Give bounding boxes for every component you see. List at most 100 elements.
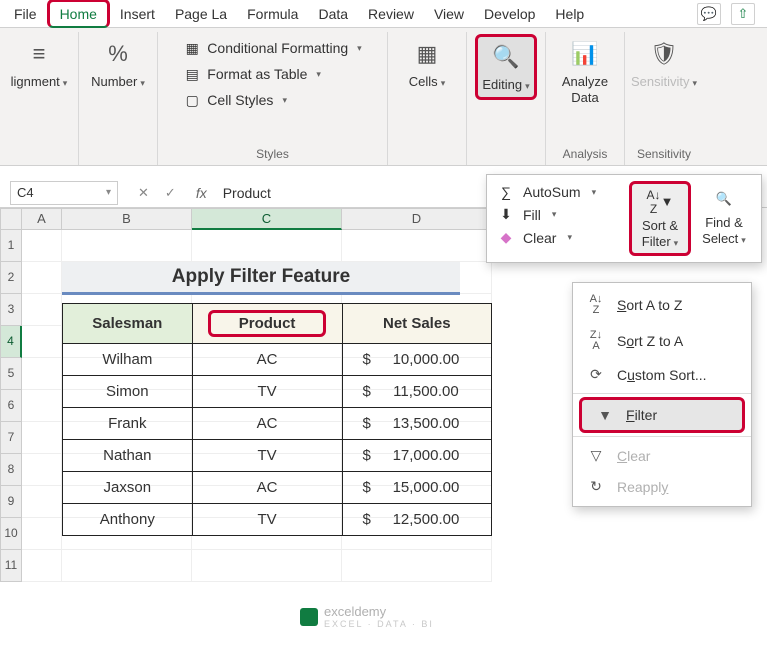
reapply-icon: ↻ <box>587 478 605 495</box>
fill-button[interactable]: ⬇ Fill <box>493 203 617 226</box>
editing-button[interactable]: 🔍 Editing <box>475 34 537 100</box>
tab-data[interactable]: Data <box>308 2 358 26</box>
row-header-5[interactable]: 5 <box>0 358 22 390</box>
cell-netsales[interactable]: $10,000.00 <box>342 344 491 376</box>
tab-view[interactable]: View <box>424 2 474 26</box>
row-header-8[interactable]: 8 <box>0 454 22 486</box>
sensitivity-button[interactable]: 🛡 Sensitivity <box>633 34 695 94</box>
cell[interactable] <box>62 230 192 262</box>
sort-filter-button[interactable]: A↓Z ▼ Sort & Filter <box>629 181 691 256</box>
sort-az-icon: A↓Z <box>647 188 661 217</box>
cell-salesman[interactable]: Wilham <box>63 344 193 376</box>
cancel-icon[interactable]: ✕ <box>138 185 149 201</box>
tab-formulas[interactable]: Formula <box>237 2 308 26</box>
cell[interactable] <box>22 454 62 486</box>
row-header-6[interactable]: 6 <box>0 390 22 422</box>
group-styles: ▦ Conditional Formatting ▤ Format as Tab… <box>158 32 388 165</box>
cell[interactable] <box>342 550 492 582</box>
share-icon[interactable]: ⇧ <box>731 3 755 25</box>
tab-home[interactable]: Home <box>47 0 110 28</box>
fill-down-icon: ⬇ <box>497 206 515 223</box>
cell[interactable] <box>342 230 492 262</box>
cell[interactable] <box>22 422 62 454</box>
cell-salesman[interactable]: Anthony <box>63 504 193 536</box>
row-header-2[interactable]: 2 <box>0 262 22 294</box>
name-box[interactable]: C4▾ <box>10 181 118 205</box>
group-label-styles: Styles <box>256 147 289 163</box>
menu-sort-za[interactable]: Z↓A Sort Z to A <box>573 323 751 359</box>
menu-sort-az[interactable]: A↓Z Sort A to Z <box>573 287 751 323</box>
cell[interactable] <box>22 262 62 294</box>
col-header-c[interactable]: C <box>192 208 342 230</box>
cell-netsales[interactable]: $11,500.00 <box>342 376 491 408</box>
row-header-11[interactable]: 11 <box>0 550 22 582</box>
cell[interactable] <box>62 550 192 582</box>
row-header-7[interactable]: 7 <box>0 422 22 454</box>
comments-icon[interactable]: 💬 <box>697 3 721 25</box>
cells-button[interactable]: ▦ Cells <box>396 34 458 94</box>
cell[interactable] <box>22 358 62 390</box>
cell-product[interactable]: AC <box>192 472 342 504</box>
tab-page-layout[interactable]: Page La <box>165 2 237 26</box>
clear-button[interactable]: ◆ Clear <box>493 226 617 249</box>
cell-product[interactable]: TV <box>192 376 342 408</box>
cell[interactable] <box>192 550 342 582</box>
conditional-formatting-button[interactable]: ▦ Conditional Formatting <box>177 36 367 60</box>
row-header-1[interactable]: 1 <box>0 230 22 262</box>
enter-icon[interactable]: ✓ <box>165 185 176 201</box>
header-salesman[interactable]: Salesman <box>63 304 193 344</box>
analyze-data-button[interactable]: 📊 Analyze Data <box>554 34 616 109</box>
col-header-a[interactable]: A <box>22 208 62 230</box>
cell-salesman[interactable]: Jaxson <box>63 472 193 504</box>
format-as-table-button[interactable]: ▤ Format as Table <box>177 62 367 86</box>
cell-netsales[interactable]: $12,500.00 <box>342 504 491 536</box>
tab-insert[interactable]: Insert <box>110 2 165 26</box>
cell-netsales[interactable]: $15,000.00 <box>342 472 491 504</box>
row-header-10[interactable]: 10 <box>0 518 22 550</box>
cell-salesman[interactable]: Simon <box>63 376 193 408</box>
tab-help[interactable]: Help <box>545 2 594 26</box>
tab-developer[interactable]: Develop <box>474 2 545 26</box>
cell-product[interactable]: TV <box>192 440 342 472</box>
cell-netsales[interactable]: $17,000.00 <box>342 440 491 472</box>
tab-file[interactable]: File <box>4 2 47 26</box>
find-select-button[interactable]: 🔍 Find & Select <box>693 181 755 256</box>
cell-netsales[interactable]: $13,500.00 <box>342 408 491 440</box>
row-header-3[interactable]: 3 <box>0 294 22 326</box>
sheet-title: Apply Filter Feature <box>62 262 460 295</box>
alignment-button[interactable]: ≡ lignment <box>8 34 70 94</box>
col-header-b[interactable]: B <box>62 208 192 230</box>
header-netsales[interactable]: Net Sales <box>342 304 491 344</box>
cell[interactable] <box>22 230 62 262</box>
cell-product[interactable]: AC <box>192 408 342 440</box>
fx-icon[interactable]: fx <box>196 185 207 201</box>
cell[interactable] <box>22 294 62 326</box>
cell-styles-icon: ▢ <box>183 91 201 109</box>
cell-styles-button[interactable]: ▢ Cell Styles <box>177 88 367 112</box>
cell-product[interactable]: TV <box>192 504 342 536</box>
table-row: FrankAC$13,500.00 <box>63 408 492 440</box>
group-alignment: ≡ lignment <box>0 32 79 165</box>
tab-review[interactable]: Review <box>358 2 424 26</box>
row-header-4[interactable]: 4 <box>0 326 22 358</box>
select-all-corner[interactable] <box>0 208 22 230</box>
cell[interactable] <box>22 390 62 422</box>
number-button[interactable]: % Number <box>87 34 149 94</box>
cell[interactable] <box>22 326 62 358</box>
cell[interactable] <box>22 550 62 582</box>
col-header-d[interactable]: D <box>342 208 492 230</box>
row-header-9[interactable]: 9 <box>0 486 22 518</box>
cell-salesman[interactable]: Frank <box>63 408 193 440</box>
cell[interactable] <box>22 486 62 518</box>
menu-custom-sort[interactable]: ⟳ Custom Sort... <box>573 359 751 390</box>
header-product[interactable]: Product <box>192 304 342 344</box>
cell-salesman[interactable]: Nathan <box>63 440 193 472</box>
cell[interactable] <box>22 518 62 550</box>
cell-product[interactable]: AC <box>192 344 342 376</box>
autosum-button[interactable]: ∑ AutoSum <box>493 181 617 203</box>
find-icon: 🔍 <box>716 185 732 213</box>
table-row: JaxsonAC$15,000.00 <box>63 472 492 504</box>
menu-filter[interactable]: ▼ Filter <box>579 397 745 433</box>
cell[interactable] <box>192 230 342 262</box>
sort-filter-menu: A↓Z Sort A to Z Z↓A Sort Z to A ⟳ Custom… <box>572 282 752 507</box>
